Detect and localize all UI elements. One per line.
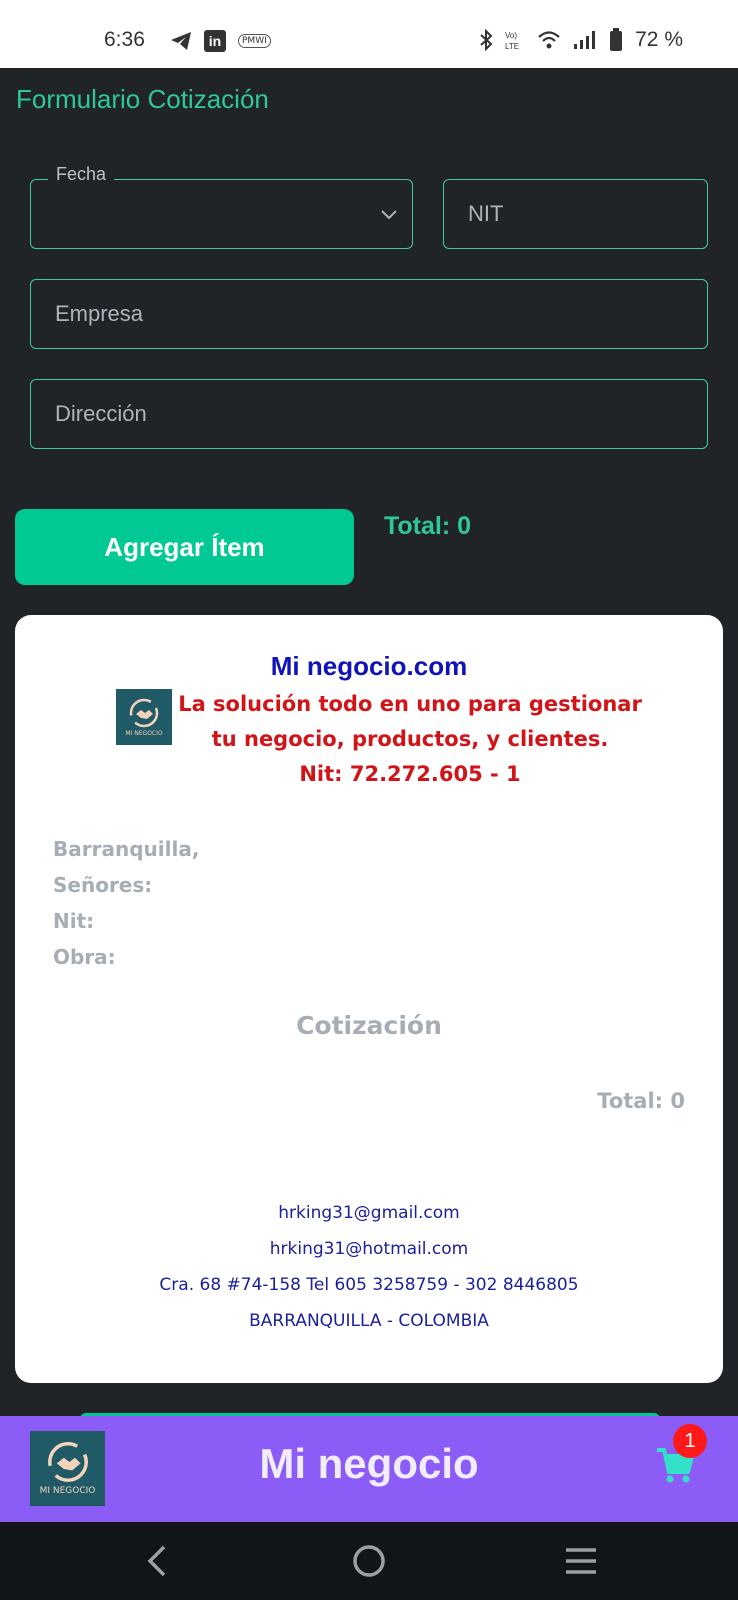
status-bar: 6:36 in PMWI Vo) LTE 72 % xyxy=(0,0,738,68)
cart-badge: 1 xyxy=(673,1424,707,1458)
form-title: Formulario Cotización xyxy=(16,84,269,114)
system-nav-bar xyxy=(0,1522,738,1600)
battery-icon xyxy=(610,28,623,51)
handshake-icon xyxy=(129,698,159,727)
direccion-input[interactable]: Dirección xyxy=(30,379,708,449)
empresa-input[interactable]: Empresa xyxy=(30,279,708,349)
email-1: hrking31@gmail.com xyxy=(278,1203,460,1223)
chevron-down-icon xyxy=(381,210,397,220)
meta-obra: Obra: xyxy=(53,945,116,969)
slogan: La solución todo en uno para gestionar t… xyxy=(165,687,655,792)
nit-input[interactable]: NIT xyxy=(443,179,708,249)
menu-icon[interactable] xyxy=(564,1544,598,1578)
quote-title: Cotización xyxy=(296,1011,442,1040)
brand-logo-text: MI NEGOCIO xyxy=(125,729,163,737)
app-title: Mi negocio xyxy=(259,1440,479,1487)
fecha-label: Fecha xyxy=(48,164,115,185)
brand-title: Mi negocio.com xyxy=(270,651,468,681)
quote-preview-card: Mi negocio.com MI NEGOCIO La solución to… xyxy=(15,615,723,1383)
fecha-select[interactable] xyxy=(30,179,413,249)
slogan-line-1: La solución todo en uno para gestionar xyxy=(178,692,642,716)
email-2: hrking31@hotmail.com xyxy=(269,1239,469,1259)
brand-nit: Nit: 72.272.605 - 1 xyxy=(299,762,521,786)
battery-percent: 72 % xyxy=(635,28,683,51)
add-item-button[interactable]: Agregar Ítem xyxy=(15,509,354,585)
contact-info: hrking31@gmail.com hrking31@hotmail.com … xyxy=(15,1195,723,1339)
quote-total: Total: 0 xyxy=(597,1089,685,1113)
form-total: Total: 0 xyxy=(384,512,472,540)
nit-placeholder: NIT xyxy=(468,201,504,226)
linkedin-icon: in xyxy=(204,30,226,52)
svg-text:LTE: LTE xyxy=(505,42,519,51)
slogan-line-2: tu negocio, productos, y clientes. xyxy=(211,727,609,751)
empresa-placeholder: Empresa xyxy=(55,301,144,326)
wifi-icon xyxy=(538,31,560,49)
notification-icon: PMWI xyxy=(238,34,271,48)
home-icon[interactable] xyxy=(352,1544,386,1578)
bottom-app-bar: MI NEGOCIO Mi negocio 1 xyxy=(0,1416,738,1522)
back-icon[interactable] xyxy=(142,1544,172,1578)
meta-city: Barranquilla, xyxy=(53,837,200,861)
volte-icon: Vo) LTE xyxy=(505,31,519,51)
brand-logo: MI NEGOCIO xyxy=(116,689,172,745)
telegram-icon xyxy=(171,32,191,50)
address: Cra. 68 #74-158 Tel 605 3258759 - 302 84… xyxy=(159,1275,579,1295)
quote-meta: Barranquilla, Señores: Nit: Obra: xyxy=(53,831,199,975)
meta-nit: Nit: xyxy=(53,909,95,933)
location: BARRANQUILLA - COLOMBIA xyxy=(249,1311,489,1331)
svg-text:Vo): Vo) xyxy=(505,31,517,40)
signal-icon xyxy=(574,31,596,49)
direccion-placeholder: Dirección xyxy=(55,401,147,426)
status-time: 6:36 xyxy=(104,28,145,51)
bluetooth-icon xyxy=(480,29,493,51)
meta-senores: Señores: xyxy=(53,873,153,897)
